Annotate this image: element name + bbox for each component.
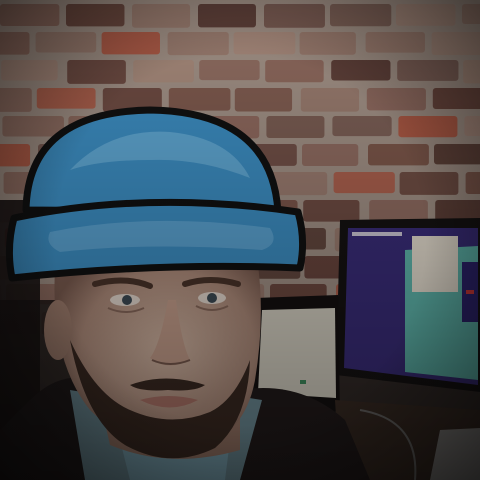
brick bbox=[101, 32, 160, 55]
brick bbox=[330, 4, 392, 27]
brick bbox=[332, 116, 392, 137]
brick bbox=[435, 200, 480, 222]
brick bbox=[168, 88, 231, 111]
brick bbox=[199, 60, 260, 81]
brick bbox=[265, 60, 324, 83]
brick bbox=[369, 200, 428, 222]
brick bbox=[234, 88, 293, 112]
brick bbox=[1, 60, 58, 81]
brick bbox=[396, 4, 456, 26]
brick bbox=[302, 144, 359, 166]
photo-scene bbox=[0, 0, 480, 480]
brick bbox=[0, 4, 60, 26]
brick bbox=[2, 116, 64, 137]
brick bbox=[0, 32, 30, 55]
brick bbox=[397, 60, 459, 81]
brick bbox=[398, 116, 458, 138]
brick bbox=[299, 32, 356, 55]
brick bbox=[35, 32, 97, 53]
selfie-photo bbox=[0, 0, 480, 480]
brick bbox=[464, 116, 480, 137]
brick bbox=[133, 60, 194, 83]
brick bbox=[331, 60, 391, 81]
brick bbox=[167, 32, 229, 56]
brick bbox=[366, 88, 426, 111]
brick bbox=[365, 32, 425, 53]
brick bbox=[233, 32, 296, 55]
brick bbox=[368, 144, 429, 166]
brick bbox=[434, 144, 480, 165]
brick bbox=[36, 88, 96, 109]
brick bbox=[300, 88, 360, 112]
brick bbox=[66, 4, 125, 27]
brick bbox=[303, 200, 360, 222]
brick bbox=[67, 60, 126, 84]
brick bbox=[399, 172, 459, 195]
brick bbox=[266, 116, 325, 139]
brick bbox=[465, 172, 480, 195]
brick bbox=[431, 32, 480, 56]
brick bbox=[264, 4, 325, 28]
brick bbox=[0, 144, 31, 167]
brick bbox=[132, 4, 191, 28]
brick bbox=[432, 88, 480, 110]
brick bbox=[0, 88, 32, 112]
brick bbox=[462, 4, 480, 25]
brick bbox=[198, 4, 256, 28]
brick bbox=[463, 60, 480, 84]
desktop-monitor bbox=[336, 218, 480, 392]
brick bbox=[333, 172, 395, 194]
